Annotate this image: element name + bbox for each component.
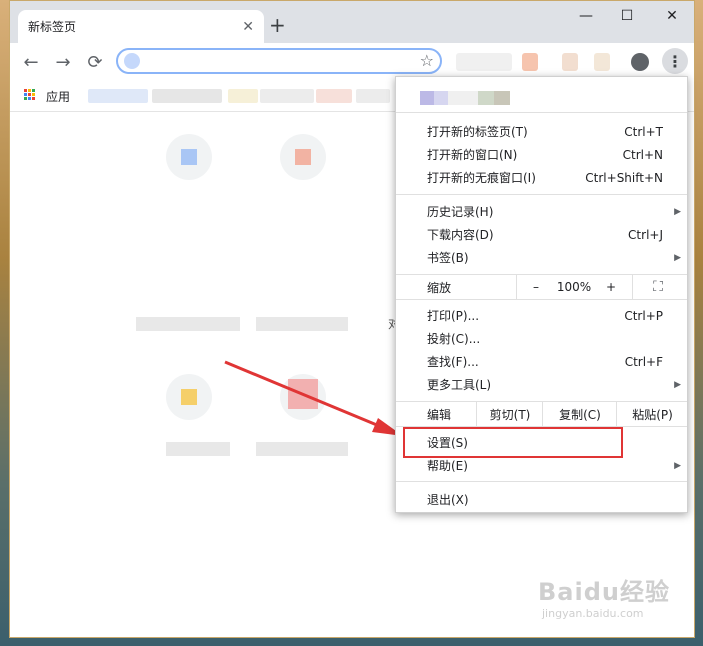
menu-item-history[interactable]: 历史记录(H) ▶ bbox=[396, 200, 687, 223]
chevron-right-icon: ▶ bbox=[674, 206, 681, 217]
menu-separator bbox=[396, 481, 687, 482]
zoom-level: 100% bbox=[556, 280, 592, 294]
menu-item-downloads[interactable]: 下载内容(D) Ctrl+J bbox=[396, 223, 687, 246]
chevron-right-icon: ▶ bbox=[674, 252, 681, 263]
menu-separator bbox=[396, 112, 687, 113]
edit-label: 编辑 bbox=[427, 407, 452, 422]
menu-separator bbox=[396, 299, 687, 300]
menu-item-label: 打开新的标签页(T) bbox=[427, 125, 528, 139]
menu-item-label: 退出(X) bbox=[427, 493, 469, 507]
zoom-out-button[interactable]: – bbox=[524, 275, 548, 299]
menu-item-label: 更多工具(L) bbox=[427, 378, 492, 392]
menu-item-shortcut: Ctrl+J bbox=[628, 227, 663, 242]
zoom-label: 缩放 bbox=[427, 280, 452, 295]
menu-item-incognito[interactable]: 打开新的无痕窗口(I) Ctrl+Shift+N bbox=[396, 166, 687, 189]
menu-item-label: 投射(C)... bbox=[427, 332, 481, 346]
chevron-right-icon: ▶ bbox=[674, 460, 681, 471]
menu-item-shortcut: Ctrl+P bbox=[624, 308, 663, 323]
menu-item-more-tools[interactable]: 更多工具(L) ▶ bbox=[396, 373, 687, 396]
menu-separator bbox=[516, 275, 517, 299]
menu-separator bbox=[632, 275, 633, 299]
menu-item-label: 书签(B) bbox=[427, 251, 469, 265]
account-row[interactable] bbox=[420, 91, 510, 105]
menu-item-label: 打印(P)... bbox=[427, 309, 480, 323]
menu-item-shortcut: Ctrl+F bbox=[624, 354, 663, 369]
watermark-brand: Baidu经验 bbox=[538, 578, 670, 606]
copy-button[interactable]: 复制(C) bbox=[542, 402, 617, 426]
fullscreen-icon[interactable]: ⛶ bbox=[644, 275, 672, 299]
watermark-url: jingyan.baidu.com bbox=[542, 607, 644, 620]
menu-item-new-window[interactable]: 打开新的窗口(N) Ctrl+N bbox=[396, 143, 687, 166]
settings-highlight-box bbox=[403, 427, 623, 458]
menu-item-label: 打开新的窗口(N) bbox=[427, 148, 518, 162]
menu-item-cast[interactable]: 投射(C)... bbox=[396, 327, 687, 350]
zoom-in-button[interactable]: + bbox=[599, 275, 623, 299]
menu-item-new-tab[interactable]: 打开新的标签页(T) Ctrl+T bbox=[396, 120, 687, 143]
menu-item-exit[interactable]: 退出(X) bbox=[396, 488, 687, 511]
zoom-row: 缩放 – 100% + ⛶ bbox=[396, 275, 687, 299]
menu-separator bbox=[396, 194, 687, 195]
menu-item-label: 打开新的无痕窗口(I) bbox=[427, 171, 536, 185]
menu-item-bookmarks[interactable]: 书签(B) ▶ bbox=[396, 246, 687, 269]
edit-row: 编辑 剪切(T) 复制(C) 粘贴(P) bbox=[396, 402, 687, 426]
menu-item-print[interactable]: 打印(P)... Ctrl+P bbox=[396, 304, 687, 327]
menu-item-label: 查找(F)... bbox=[427, 355, 479, 369]
menu-item-shortcut: Ctrl+N bbox=[622, 147, 663, 162]
paste-button[interactable]: 粘贴(P) bbox=[616, 402, 688, 426]
cut-button[interactable]: 剪切(T) bbox=[476, 402, 543, 426]
menu-item-find[interactable]: 查找(F)... Ctrl+F bbox=[396, 350, 687, 373]
chevron-right-icon: ▶ bbox=[674, 379, 681, 390]
menu-item-label: 下载内容(D) bbox=[427, 228, 494, 242]
watermark: Baidu经验 jingyan.baidu.com bbox=[538, 572, 670, 620]
menu-item-shortcut: Ctrl+T bbox=[624, 124, 663, 139]
menu-item-label: 帮助(E) bbox=[427, 459, 468, 473]
menu-item-shortcut: Ctrl+Shift+N bbox=[585, 170, 663, 185]
menu-item-label: 历史记录(H) bbox=[427, 205, 494, 219]
